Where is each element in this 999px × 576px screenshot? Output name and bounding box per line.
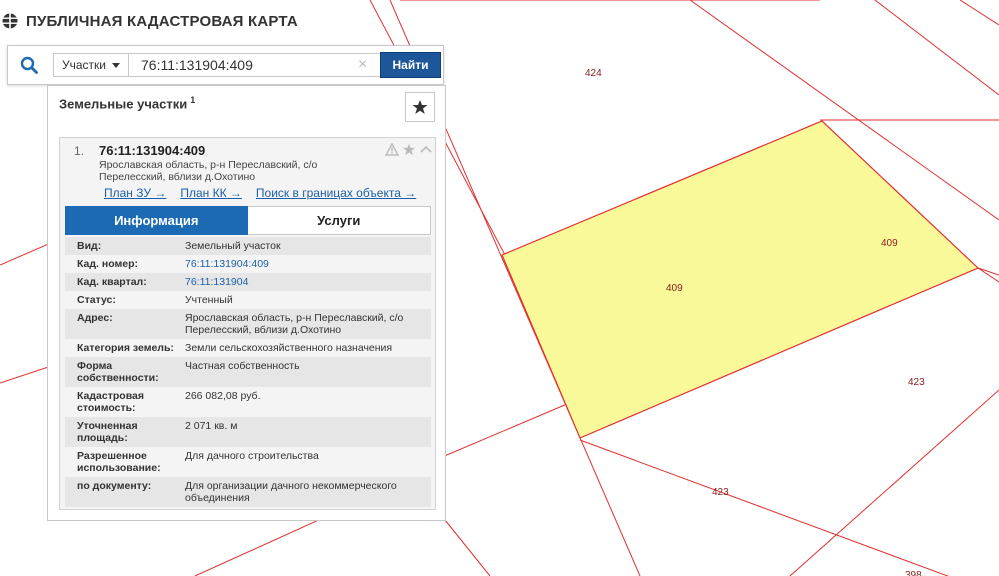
map-label: 423: [908, 377, 925, 388]
map-label: 423: [712, 487, 729, 498]
parcel-boundary: [579, 439, 950, 576]
row-value: Учтенный: [185, 294, 233, 306]
parcel-boundary: [977, 267, 999, 283]
details-table: Вид: Земельный участок Кад. номер: 76:11…: [65, 237, 431, 507]
object-type-select[interactable]: Участки: [53, 53, 129, 77]
parcel-boundary: [789, 389, 999, 576]
close-icon[interactable]: ×: [358, 55, 367, 75]
result-cad-number: 76:11:131904:409: [99, 143, 206, 158]
row-value: Для организации дачного некоммерческого …: [185, 480, 397, 504]
chevron-down-icon: [112, 62, 120, 68]
row-value: 2 071 кв. м: [185, 420, 238, 432]
row-label: Кад. номер:: [77, 258, 139, 270]
search-bar: Участки × Найти: [7, 45, 444, 85]
warning-icon[interactable]: [385, 143, 399, 156]
result-address: Ярославская область, р-н Переславский, с…: [99, 159, 318, 183]
link-plan-zu[interactable]: План ЗУ →: [104, 186, 166, 200]
selected-parcel[interactable]: [501, 120, 980, 439]
app-header: ПУБЛИЧНАЯ КАДАСТРОВАЯ КАРТА: [2, 9, 298, 33]
star-icon: [412, 100, 428, 114]
row-value: Частная собственность: [185, 360, 300, 372]
table-row: Уточненная площадь: 2 071 кв. м: [65, 417, 431, 447]
results-count: 1: [190, 95, 196, 105]
row-value: Земельный участок: [185, 240, 281, 252]
table-row: Адрес: Ярославская область, р-н Переслав…: [65, 309, 431, 339]
row-label: Вид:: [77, 240, 102, 252]
parcel-boundary: [444, 519, 491, 576]
search-input[interactable]: [129, 53, 381, 77]
row-label: Форма собственности:: [77, 360, 159, 384]
table-row: Форма собственности: Частная собственнос…: [65, 357, 431, 387]
panel-title: Земельные участки 1: [59, 95, 195, 111]
row-label: Кадастровая стоимость:: [77, 390, 144, 414]
map-label: 424: [585, 68, 602, 79]
row-value: Для дачного строительства: [185, 450, 319, 462]
table-row: Кад. квартал: 76:11:131904: [65, 273, 431, 291]
parcel-boundary: [959, 0, 999, 26]
table-row: по документу: Для организации дачного не…: [65, 477, 431, 507]
panel-title-text: Земельные участки: [59, 96, 188, 112]
find-button[interactable]: Найти: [380, 52, 441, 78]
link-plan-kk[interactable]: План КК →: [180, 186, 242, 200]
row-label: Категория земель:: [77, 342, 174, 354]
table-row: Вид: Земельный участок: [65, 237, 431, 255]
table-row: Статус: Учтенный: [65, 291, 431, 309]
results-panel: Земельные участки 1 1. 76:11:131904:409 Я…: [47, 85, 446, 521]
result-index: 1.: [74, 144, 85, 158]
parcel-boundary: [874, 0, 999, 96]
row-label: Статус:: [77, 294, 116, 306]
result-links: План ЗУ → План КК → Поиск в границах объ…: [104, 186, 430, 200]
result-tabs: Информация Услуги: [65, 206, 431, 235]
search-icon[interactable]: [20, 56, 38, 74]
cad-number-link[interactable]: 76:11:131904:409: [185, 258, 431, 270]
map-label: 409: [881, 238, 898, 249]
table-row: Кад. номер: 76:11:131904:409: [65, 255, 431, 273]
tab-services[interactable]: Услуги: [247, 206, 431, 235]
row-label: Кад. квартал:: [77, 276, 147, 288]
map-label: 398: [905, 570, 922, 576]
object-type-label: Участки: [62, 58, 106, 72]
tab-info[interactable]: Информация: [65, 206, 248, 235]
link-search-within[interactable]: Поиск в границах объекта →: [256, 186, 416, 200]
star-icon[interactable]: [402, 143, 416, 156]
row-value: 266 082,08 руб.: [185, 390, 261, 402]
row-value: Земли сельскохозяйственного назначения: [185, 342, 393, 354]
table-row: Разрешенное использование: Для дачного с…: [65, 447, 431, 477]
row-label: Адрес:: [77, 312, 113, 324]
row-label: Разрешенное использование:: [77, 450, 161, 474]
row-label: по документу:: [77, 480, 152, 492]
app-title: ПУБЛИЧНАЯ КАДАСТРОВАЯ КАРТА: [26, 12, 298, 30]
table-row: Категория земель: Земли сельскохозяйстве…: [65, 339, 431, 357]
app-logo-icon: [2, 13, 18, 29]
row-value: Ярославская область, р-н Переславский, с…: [185, 312, 404, 336]
map-label: 409: [666, 283, 683, 294]
chevron-up-icon[interactable]: [419, 143, 433, 156]
favorites-button[interactable]: [405, 92, 435, 122]
table-row: Кадастровая стоимость: 266 082,08 руб.: [65, 387, 431, 417]
parcel-boundary: [977, 267, 999, 276]
row-label: Уточненная площадь:: [77, 420, 138, 444]
card-actions: [385, 143, 433, 156]
result-card[interactable]: 1. 76:11:131904:409 Ярославская область,…: [59, 137, 436, 510]
cad-quarter-link[interactable]: 76:11:131904: [185, 276, 431, 288]
